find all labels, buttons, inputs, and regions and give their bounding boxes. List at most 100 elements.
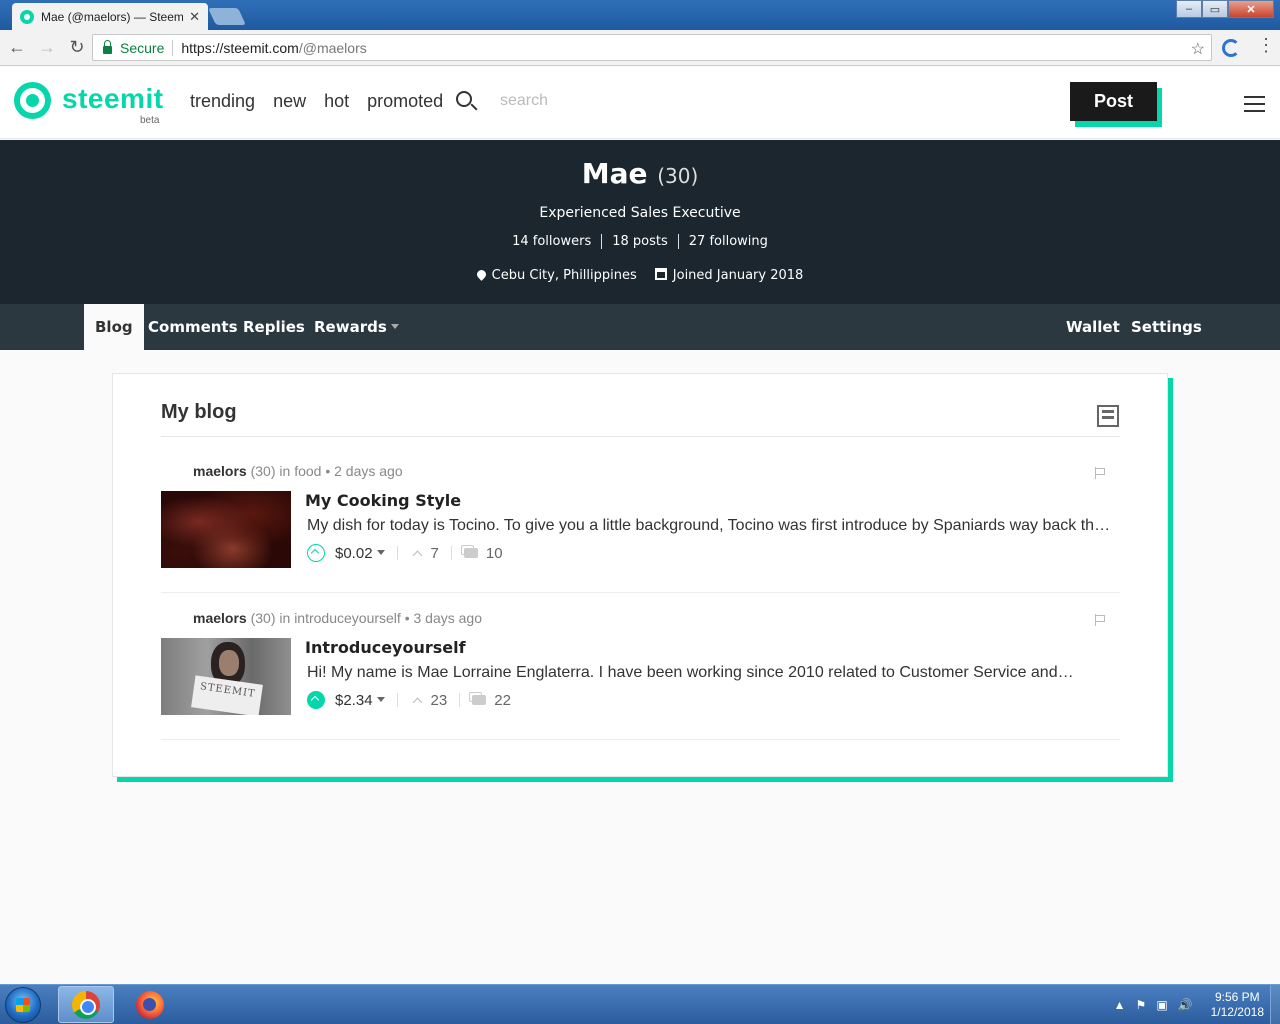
tab-replies[interactable]: Replies [243, 304, 305, 350]
profile-tabs: Blog Comments Replies Rewards Wallet Set… [0, 304, 1280, 350]
secure-label: Secure [120, 39, 165, 56]
following-link[interactable]: 27 following [677, 234, 778, 249]
post-in-label: in [279, 463, 291, 479]
show-desktop-button[interactable] [1270, 985, 1280, 1024]
chevron-down-icon [376, 696, 385, 702]
post-payout[interactable]: $0.02 [335, 545, 385, 562]
taskbar-firefox[interactable] [122, 986, 178, 1023]
forward-button[interactable]: → [34, 35, 60, 61]
post-title[interactable]: Introduceyourself [305, 638, 466, 657]
post-category[interactable]: introduceyourself [294, 610, 401, 626]
footer-divider [450, 546, 452, 560]
post-excerpt[interactable]: My dish for today is Tocino. To give you… [307, 517, 1115, 535]
chevron-down-icon [376, 549, 385, 555]
post-author-rep: (30) [250, 610, 276, 626]
post-button[interactable]: Post [1070, 82, 1157, 121]
nav-new[interactable]: new [273, 91, 306, 112]
tab-blog[interactable]: Blog [84, 304, 144, 350]
blog-post: maelors (30) in food • 2 days ago My Coo… [161, 447, 1120, 593]
post-footer: $2.34 23 22 [307, 691, 511, 709]
tab-settings[interactable]: Settings [1131, 304, 1202, 350]
browser-tab-title: Mae (@maelors) — Steemit [41, 9, 184, 24]
close-tab-icon[interactable]: ✕ [189, 9, 200, 25]
tab-rewards-label: Rewards [314, 318, 387, 336]
tab-comments[interactable]: Comments [148, 304, 238, 350]
steemit-logo-icon[interactable] [14, 82, 51, 119]
reload-button[interactable]: ↻ [64, 35, 90, 61]
browser-toolbar: ← → ↻ Secure https://steemit.com /@maelo… [0, 30, 1280, 66]
post-author[interactable]: maelors [193, 610, 247, 626]
clock[interactable]: 9:56 PM 1/12/2018 [1211, 990, 1264, 1020]
nav-promoted[interactable]: promoted [367, 91, 443, 112]
profile-banner: Mae (30) Experienced Sales Executive 14 … [0, 140, 1280, 304]
post-category[interactable]: food [294, 463, 321, 479]
post-excerpt[interactable]: Hi! My name is Mae Lorraine Englaterra. … [307, 664, 1115, 682]
profile-meta: Cebu City, Phillippines Joined January 2… [0, 268, 1280, 283]
posts-count: 18 posts [601, 234, 678, 249]
address-bar[interactable]: Secure https://steemit.com /@maelors ☆ [92, 34, 1212, 61]
flag-icon[interactable] [1095, 614, 1105, 626]
post-title[interactable]: My Cooking Style [305, 491, 461, 510]
browser-menu-icon[interactable]: ⋮ [1257, 35, 1275, 56]
url-path: /@maelors [298, 39, 367, 56]
action-center-flag-icon[interactable]: ⚑ [1136, 998, 1147, 1012]
bookmark-star-icon[interactable]: ☆ [1191, 39, 1205, 59]
hamburger-menu-icon[interactable] [1244, 96, 1265, 117]
logo-beta-label: beta [140, 115, 160, 126]
search-input[interactable] [490, 89, 650, 113]
flag-icon[interactable] [1095, 467, 1105, 479]
post-age[interactable]: • 3 days ago [405, 610, 482, 626]
thumbnail-person-face [219, 650, 239, 676]
blog-title: My blog [161, 401, 237, 423]
post-thumbnail[interactable]: STEEMIT [161, 638, 291, 715]
taskbar-chrome[interactable] [58, 986, 114, 1023]
volume-icon[interactable]: 🔊 [1178, 998, 1193, 1012]
blog-divider [161, 436, 1120, 437]
nav-trending[interactable]: trending [190, 91, 255, 112]
logo-text[interactable]: steemit [62, 83, 164, 115]
tray-expand-icon[interactable]: ▲ [1114, 998, 1126, 1012]
vote-count[interactable]: 7 [431, 545, 439, 562]
maximize-button[interactable]: ▭ [1202, 0, 1228, 18]
back-button[interactable]: ← [4, 35, 30, 61]
network-icon[interactable]: ▣ [1156, 998, 1167, 1012]
windows-start-icon[interactable] [5, 987, 41, 1023]
profile-location: Cebu City, Phillippines [474, 268, 637, 283]
comments-icon[interactable] [460, 545, 478, 558]
tab-wallet[interactable]: Wallet [1066, 304, 1120, 350]
search-icon[interactable] [456, 91, 472, 107]
layout-toggle-icon[interactable] [1097, 405, 1119, 427]
upvote-icon[interactable] [307, 691, 325, 709]
post-thumbnail[interactable] [161, 491, 291, 568]
post-payout[interactable]: $2.34 [335, 692, 385, 709]
extension-icon[interactable] [1222, 39, 1240, 57]
site-header: steemit beta trending new hot promoted P… [0, 67, 1280, 139]
post-author[interactable]: maelors [193, 463, 247, 479]
followers-link[interactable]: 14 followers [502, 234, 601, 249]
firefox-icon [136, 990, 164, 1019]
payout-value: $2.34 [335, 691, 373, 709]
minimize-button[interactable]: ‒ [1176, 0, 1202, 18]
new-tab-button[interactable] [208, 8, 246, 25]
chrome-icon [72, 990, 100, 1019]
taskbar: ▲ ⚑ ▣ 🔊 9:56 PM 1/12/2018 [0, 984, 1280, 1024]
post-author-rep: (30) [250, 463, 276, 479]
post-age[interactable]: • 2 days ago [325, 463, 402, 479]
browser-tab[interactable]: Mae (@maelors) — Steemit ✕ [12, 3, 208, 30]
upvote-icon[interactable] [307, 544, 325, 562]
tab-rewards[interactable]: Rewards [314, 304, 399, 350]
profile-name: Mae [581, 157, 648, 190]
window-controls: ‒ ▭ ✕ [1176, 0, 1274, 18]
close-window-button[interactable]: ✕ [1228, 0, 1274, 18]
comments-icon[interactable] [469, 692, 487, 705]
vote-count[interactable]: 23 [431, 692, 448, 709]
comment-count[interactable]: 10 [486, 545, 503, 562]
payout-value: $0.02 [335, 544, 373, 562]
nav-hot[interactable]: hot [324, 91, 349, 112]
votes-chevron-icon [412, 697, 422, 707]
profile-about: Experienced Sales Executive [539, 205, 741, 221]
footer-divider [396, 546, 398, 560]
post-meta: maelors (30) in food • 2 days ago [193, 463, 403, 479]
browser-tab-strip: Mae (@maelors) — Steemit ✕ ‒ ▭ ✕ [0, 0, 1280, 30]
comment-count[interactable]: 22 [494, 692, 511, 709]
